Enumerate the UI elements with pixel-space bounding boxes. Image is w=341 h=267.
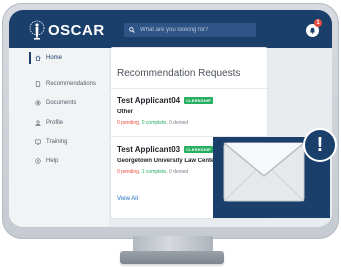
app-name: OSCAR xyxy=(48,21,105,39)
bell-icon xyxy=(309,27,316,34)
notification-count-badge: 1 xyxy=(314,19,322,27)
envelope-icon xyxy=(223,142,305,202)
status-badge: CLERKSHIP xyxy=(184,146,214,153)
paperclip-icon xyxy=(35,100,41,106)
sidebar-item-training[interactable]: Training xyxy=(9,136,109,148)
search-bar[interactable] xyxy=(124,23,256,37)
complete-count: 0 complete xyxy=(141,120,167,126)
applicant-name[interactable]: Test Applicant03 xyxy=(117,145,180,154)
pending-count: 0 pending xyxy=(117,120,139,126)
document-icon xyxy=(35,81,41,87)
applicant-name-row[interactable]: Test Applicant04 CLERKSHIP xyxy=(117,96,214,105)
applicant-name-row[interactable]: Test Applicant03 CLERKSHIP xyxy=(117,145,214,154)
search-input[interactable] xyxy=(140,27,252,33)
sidebar: Home Recommendations Documents Profile T… xyxy=(9,48,109,227)
status-badge: CLERKSHIP xyxy=(184,97,214,104)
app-logo[interactable]: OSCAR xyxy=(29,19,105,41)
top-bar: OSCAR 1 xyxy=(9,10,332,48)
monitor-base xyxy=(120,251,224,264)
sidebar-item-label: Help xyxy=(46,158,59,164)
sidebar-item-help[interactable]: Help xyxy=(9,155,109,167)
sidebar-item-label: Home xyxy=(46,55,63,61)
user-icon xyxy=(35,120,41,126)
sidebar-item-documents[interactable]: Documents xyxy=(9,97,109,109)
view-all-link[interactable]: View All xyxy=(117,196,138,202)
request-counts: 0 pending, 1 complete, 0 denied xyxy=(117,169,189,175)
sidebar-item-home[interactable]: Home xyxy=(9,52,109,64)
sidebar-item-profile[interactable]: Profile xyxy=(9,117,109,129)
pending-count: 0 pending xyxy=(117,169,139,175)
sidebar-item-label: Training xyxy=(46,139,68,145)
complete-count: 1 complete xyxy=(141,169,167,175)
home-icon xyxy=(35,55,41,61)
applicant-school: Other xyxy=(117,109,134,115)
help-icon xyxy=(35,158,41,164)
applicant-name[interactable]: Test Applicant04 xyxy=(117,96,180,105)
alert-icon: ! xyxy=(303,128,337,162)
denied-count: 0 denied xyxy=(169,120,189,126)
sidebar-item-label: Recommendations xyxy=(46,81,97,87)
page-title: Recommendation Requests xyxy=(117,68,241,79)
sidebar-item-recommendations[interactable]: Recommendations xyxy=(9,78,109,90)
search-icon xyxy=(129,27,135,33)
oscar-statue-icon xyxy=(29,20,45,40)
monitor-icon xyxy=(35,139,41,145)
denied-count: 0 denied xyxy=(169,169,189,175)
divider xyxy=(111,88,267,89)
sidebar-item-label: Documents xyxy=(46,100,77,106)
sidebar-item-label: Profile xyxy=(46,120,64,126)
request-counts: 0 pending, 0 complete, 0 denied xyxy=(117,120,189,126)
